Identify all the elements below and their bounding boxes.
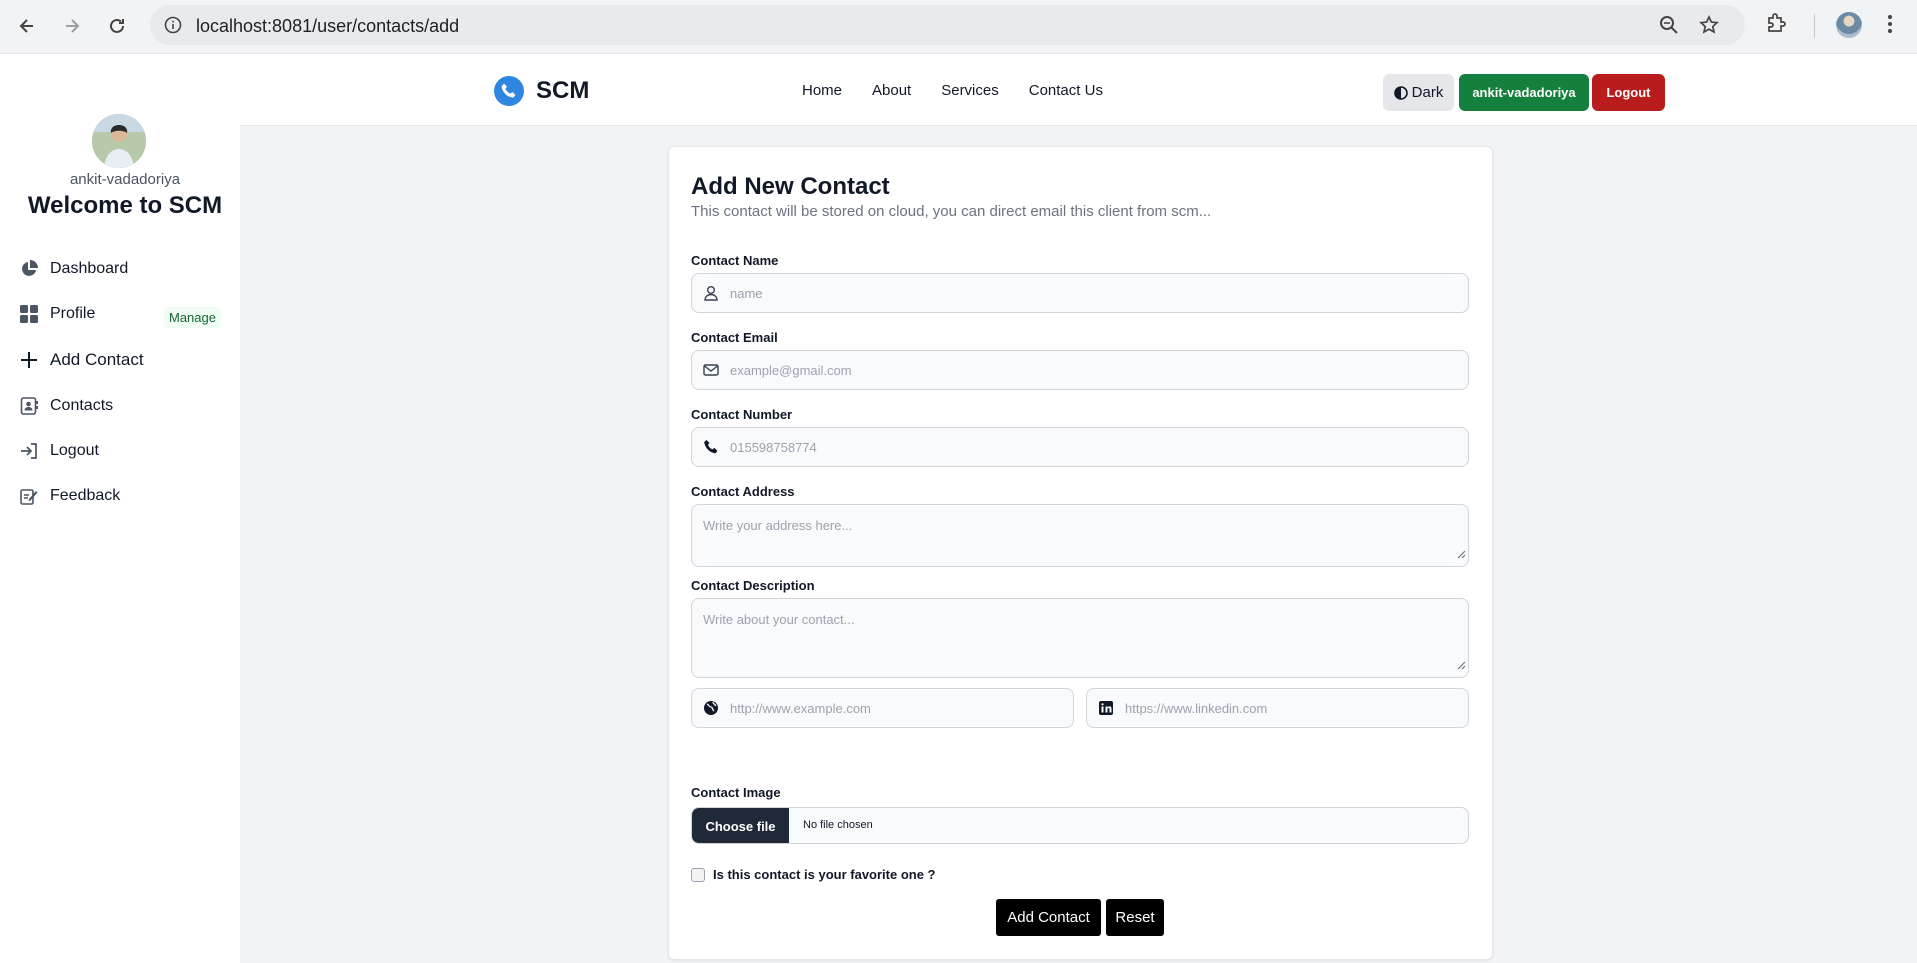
contact-card-icon xyxy=(18,395,40,417)
browser-menu-icon[interactable] xyxy=(1886,12,1894,41)
contact-address-placeholder: Write your address here... xyxy=(703,518,853,533)
grid-icon xyxy=(18,303,40,325)
logout-icon xyxy=(18,440,40,462)
sidebar-item-label: Logout xyxy=(50,442,99,459)
file-status-text: No file chosen xyxy=(803,819,873,831)
linkedin-placeholder: https://www.linkedin.com xyxy=(1125,701,1268,716)
contact-name-label: Contact Name xyxy=(691,253,779,268)
contact-name-input[interactable]: name xyxy=(691,273,1469,313)
sidebar-item-label: Add Contact xyxy=(50,350,144,369)
nav-links: Home About Services Contact Us xyxy=(802,82,1133,99)
website-input[interactable]: http://www.example.com xyxy=(691,688,1074,728)
user-avatar xyxy=(92,114,146,168)
nav-link-contact-us[interactable]: Contact Us xyxy=(1029,82,1103,99)
toolbar-divider xyxy=(1814,14,1815,38)
contact-email-label: Contact Email xyxy=(691,330,778,345)
add-contact-form-card: Add New Contact This contact will be sto… xyxy=(668,146,1493,960)
user-profile-button[interactable]: ankit-vadadoriya xyxy=(1459,74,1589,111)
bookmark-star-icon[interactable] xyxy=(1699,15,1719,40)
brand-name: SCM xyxy=(536,77,590,104)
url-text[interactable]: localhost:8081/user/contacts/add xyxy=(196,16,459,37)
brand[interactable]: SCM xyxy=(494,76,589,106)
reset-button[interactable]: Reset xyxy=(1106,899,1164,936)
phone-logo-icon xyxy=(494,76,524,106)
address-bar[interactable]: localhost:8081/user/contacts/add xyxy=(150,5,1745,45)
contact-name-placeholder: name xyxy=(730,286,763,301)
sidebar-item-add-contact[interactable]: Add Contact xyxy=(18,346,144,374)
website-placeholder: http://www.example.com xyxy=(730,701,871,716)
choose-file-button[interactable]: Choose file xyxy=(692,808,789,843)
form-subtitle: This contact will be stored on cloud, yo… xyxy=(691,203,1212,220)
theme-toggle-label: Dark xyxy=(1411,84,1444,101)
form-title: Add New Contact xyxy=(691,173,890,200)
logout-button[interactable]: Logout xyxy=(1592,74,1665,111)
add-contact-submit-button[interactable]: Add Contact xyxy=(996,899,1101,936)
browser-profile-avatar[interactable] xyxy=(1836,12,1862,38)
contact-email-placeholder: example@gmail.com xyxy=(730,363,852,378)
resize-grip-icon[interactable] xyxy=(1456,657,1466,675)
sidebar-item-label: Dashboard xyxy=(50,260,129,277)
plus-icon xyxy=(18,349,40,371)
reload-icon[interactable] xyxy=(101,10,133,42)
sidebar-item-label: Profile xyxy=(50,305,96,322)
nav-link-services[interactable]: Services xyxy=(941,82,999,99)
user-icon xyxy=(703,285,719,301)
sidebar-item-logout[interactable]: Logout xyxy=(18,437,99,465)
envelope-icon xyxy=(703,362,719,378)
contact-description-placeholder: Write about your contact... xyxy=(703,612,855,627)
sidebar-item-label: Contacts xyxy=(50,397,114,414)
sidebar-item-feedback[interactable]: Feedback xyxy=(18,482,120,510)
sidebar-item-contacts[interactable]: Contacts xyxy=(18,392,113,420)
sidebar-welcome-title: Welcome to SCM xyxy=(27,192,223,219)
contact-description-textarea[interactable]: Write about your contact... xyxy=(691,598,1469,678)
contact-image-file-input[interactable]: Choose file No file chosen xyxy=(691,807,1469,844)
favorite-checkbox[interactable] xyxy=(691,867,705,882)
linkedin-input[interactable]: https://www.linkedin.com xyxy=(1086,688,1469,728)
top-navbar: SCM Home About Services Contact Us Dark … xyxy=(240,54,1917,126)
back-icon[interactable] xyxy=(11,10,43,42)
resize-grip-icon[interactable] xyxy=(1456,546,1466,564)
sidebar-item-label: Feedback xyxy=(50,487,121,504)
pie-chart-icon xyxy=(18,258,40,280)
half-circle-icon xyxy=(1393,85,1408,100)
contact-image-label: Contact Image xyxy=(691,785,781,800)
contact-number-placeholder: 015598758774 xyxy=(730,440,817,455)
globe-icon xyxy=(703,700,719,721)
sidebar-item-dashboard[interactable]: Dashboard xyxy=(18,255,128,283)
nav-link-about[interactable]: About xyxy=(872,82,911,99)
contact-address-textarea[interactable]: Write your address here... xyxy=(691,504,1469,567)
contact-number-label: Contact Number xyxy=(691,407,793,422)
extensions-icon[interactable] xyxy=(1765,12,1787,39)
site-info-icon[interactable] xyxy=(164,16,182,39)
sidebar-item-profile[interactable]: Profile xyxy=(18,300,95,328)
theme-toggle-button[interactable]: Dark xyxy=(1383,74,1454,111)
contact-address-label: Contact Address xyxy=(691,484,795,499)
sidebar-username: ankit-vadadoriya xyxy=(69,171,181,188)
favorite-checkbox-label[interactable]: Is this contact is your favorite one ? xyxy=(713,867,936,882)
manage-badge[interactable]: Manage xyxy=(164,307,221,328)
phone-icon xyxy=(703,439,719,455)
contact-description-label: Contact Description xyxy=(691,578,815,593)
contact-number-input[interactable]: 015598758774 xyxy=(691,427,1469,467)
linkedin-icon xyxy=(1098,700,1114,721)
favorite-checkbox-row[interactable]: Is this contact is your favorite one ? xyxy=(691,867,936,882)
zoom-icon[interactable] xyxy=(1659,15,1679,40)
contact-email-input[interactable]: example@gmail.com xyxy=(691,350,1469,390)
sidebar: ankit-vadadoriya Welcome to SCM Dashboar… xyxy=(0,54,240,963)
feedback-icon xyxy=(18,485,40,507)
browser-toolbar: localhost:8081/user/contacts/add xyxy=(0,0,1917,54)
nav-link-home[interactable]: Home xyxy=(802,82,842,99)
forward-icon[interactable] xyxy=(56,10,88,42)
